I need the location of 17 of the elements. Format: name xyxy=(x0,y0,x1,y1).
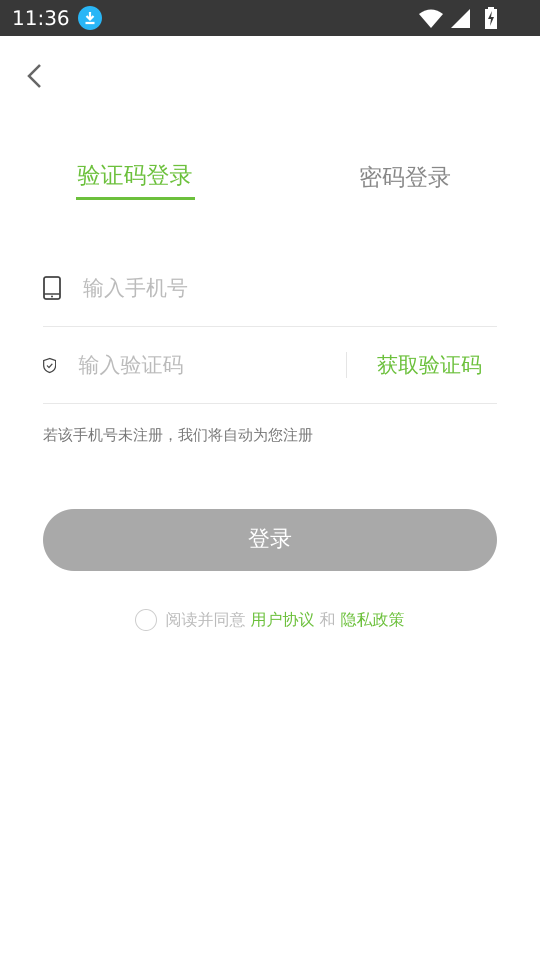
phone-field[interactable]: 输入手机号 xyxy=(83,268,497,308)
wifi-icon xyxy=(419,8,443,28)
status-time: 11:36 xyxy=(12,6,70,30)
back-icon[interactable] xyxy=(26,63,42,89)
signal-icon xyxy=(451,8,470,28)
login-tab[interactable]: 密码登录 xyxy=(359,154,451,200)
agreement-text: 阅读并同意 用户协议 和 隐私政策 xyxy=(165,610,405,630)
phone-icon xyxy=(43,276,61,300)
download-icon xyxy=(78,6,102,30)
login-tab[interactable]: 验证码登录 xyxy=(76,154,194,200)
get-code-button[interactable]: 获取验证码 xyxy=(377,351,482,379)
agree-checkbox[interactable] xyxy=(135,609,158,631)
privacy-policy-link[interactable]: 隐私政策 xyxy=(340,610,405,628)
code-field[interactable]: 输入验证码 xyxy=(78,345,346,385)
battery-icon xyxy=(484,7,498,29)
user-agreement-link[interactable]: 用户协议 xyxy=(250,610,314,628)
hint-text: 若该手机号未注册，我们将自动为您注册 xyxy=(43,426,314,445)
